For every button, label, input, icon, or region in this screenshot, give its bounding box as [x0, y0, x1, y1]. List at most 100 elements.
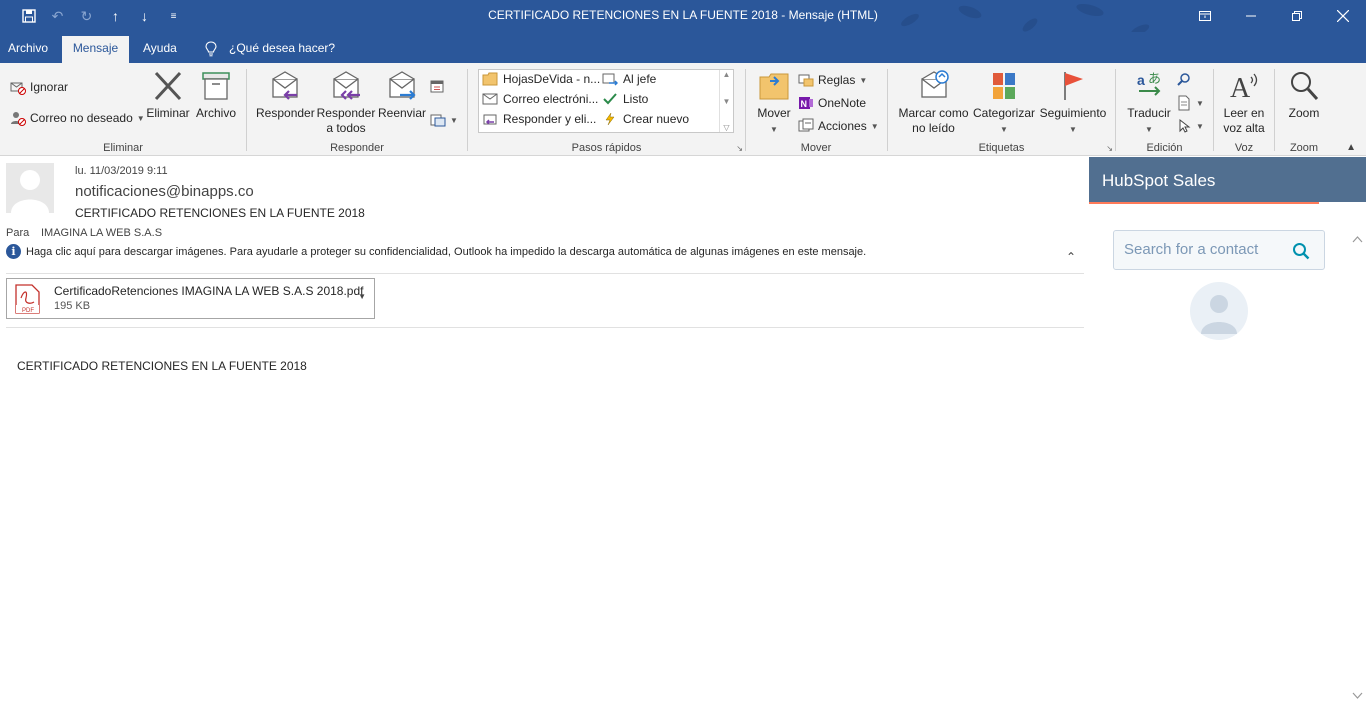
close-icon[interactable] [1320, 0, 1366, 32]
quick-step-crear-nuevo[interactable]: Crear nuevo [602, 112, 689, 126]
quick-step-correo[interactable]: Correo electróni... [482, 92, 598, 106]
expand-gallery-icon[interactable]: ▽ [723, 123, 729, 132]
meeting-reply-button[interactable] [430, 77, 446, 97]
quick-step-label: Correo electróni... [503, 92, 599, 106]
group-label-voz: Voz [1234, 142, 1254, 154]
quick-step-label: HojasDeVida - n... [503, 72, 601, 86]
move-button[interactable]: Mover ▼ [754, 69, 794, 137]
message-recipient[interactable]: IMAGINA LA WEB S.A.S [41, 227, 162, 239]
rules-button[interactable]: Reglas ▼ [798, 70, 867, 90]
translate-label: Traducir [1127, 106, 1171, 120]
restore-icon[interactable] [1274, 0, 1320, 32]
related-doc-icon [1176, 95, 1192, 111]
pdf-type-label: PDF [22, 308, 34, 314]
quick-steps-gallery: HojasDeVida - n... Correo electróni... R… [478, 69, 734, 133]
reply-button[interactable]: Responder [256, 69, 315, 121]
reply-delete-icon [483, 114, 497, 125]
info-icon: i [6, 244, 21, 259]
quick-step-responder-eliminar[interactable]: Responder y eli... [482, 112, 596, 126]
quick-step-label: Responder y eli... [503, 112, 597, 126]
chevron-down-icon: ▼ [770, 125, 778, 134]
quick-steps-scroll[interactable]: ▲ ▼ ▽ [719, 70, 733, 132]
delete-button[interactable]: Eliminar [145, 69, 191, 121]
mark-unread-button[interactable]: Marcar como no leído [896, 69, 971, 136]
quick-step-hojasdevida[interactable]: HojasDeVida - n... [482, 72, 600, 86]
attachment-card[interactable]: PDF CertificadoRetenciones IMAGINA LA WE… [6, 278, 375, 319]
group-label-responder: Responder [330, 142, 384, 154]
find-icon [1176, 72, 1192, 88]
attachment-name: CertificadoRetenciones IMAGINA LA WEB S.… [54, 284, 364, 298]
tell-me-label: ¿Qué desea hacer? [229, 41, 336, 55]
group-voz: A Leer en voz alta Voz [1214, 67, 1274, 155]
minimize-icon[interactable] [1228, 0, 1274, 32]
chevron-down-icon: ▼ [1145, 125, 1153, 134]
attachment-dropdown-icon[interactable]: ▼ [358, 292, 366, 301]
chevron-down-icon: ▼ [870, 121, 879, 131]
message-sender[interactable]: notificaciones@binapps.co [75, 183, 254, 200]
chevron-down-icon: ▼ [450, 115, 458, 125]
select-cursor-icon [1176, 118, 1192, 134]
quick-step-listo[interactable]: Listo [602, 92, 648, 106]
svg-text:a: a [1137, 72, 1145, 88]
hubspot-contact-search[interactable] [1113, 230, 1325, 270]
read-aloud-label-2: voz alta [1223, 121, 1265, 135]
mark-unread-label-1: Marcar como [898, 106, 969, 120]
archive-button[interactable]: Archivo [193, 69, 239, 121]
onenote-button[interactable]: N OneNote [798, 93, 866, 113]
hubspot-scrollbar[interactable] [1349, 218, 1366, 718]
svg-text:A: A [1230, 73, 1251, 103]
lightbulb-icon [205, 40, 217, 56]
calendar-reply-icon [430, 79, 446, 95]
actions-button[interactable]: Acciones ▼ [798, 116, 879, 136]
window-title: CERTIFICADO RETENCIONES EN LA FUENTE 201… [488, 8, 878, 22]
read-aloud-icon: A [1230, 73, 1258, 103]
archive-box-icon [202, 72, 230, 100]
ribbon-display-icon[interactable] [1182, 0, 1228, 32]
dialog-launcher-icon[interactable]: ↘ [736, 144, 743, 153]
tab-archivo[interactable]: Archivo [0, 36, 56, 63]
reply-all-label-2: a todos [326, 121, 366, 135]
group-responder: Responder Responder a todos Reenviar ▼ R… [247, 67, 467, 155]
delete-label: Eliminar [146, 106, 190, 120]
move-label: Mover [757, 106, 791, 120]
folder-icon [482, 72, 498, 86]
more-respond-button[interactable]: ▼ [430, 110, 458, 130]
collapse-ribbon-icon[interactable]: ▲ [1346, 142, 1356, 153]
forward-icon [389, 71, 416, 100]
magnifier-icon [1291, 72, 1319, 101]
tab-mensaje[interactable]: Mensaje [62, 36, 129, 63]
categorize-button[interactable]: Categorizar ▼ [970, 69, 1038, 137]
group-label-etiquetas: Etiquetas [978, 142, 1025, 154]
rules-icon [798, 72, 814, 88]
message-body: CERTIFICADO RETENCIONES EN LA FUENTE 201… [17, 359, 307, 373]
zoom-button[interactable]: Zoom [1283, 69, 1325, 121]
related-button[interactable]: ▼ [1176, 93, 1204, 113]
quick-step-al-jefe[interactable]: Al jefe [602, 72, 656, 86]
forward-button[interactable]: Reenviar [376, 69, 428, 121]
actions-label: Acciones [818, 119, 867, 133]
reply-all-button[interactable]: Responder a todos [315, 69, 377, 136]
group-eliminar: Ignorar Correo no deseado ▼ Eliminar Arc… [0, 67, 246, 155]
title-bar: ↶ ↻ ↑ ↓ ≡ CERTIFICADO RETENCIONES EN LA … [0, 0, 1366, 55]
chevron-up-icon[interactable]: ▲ [723, 70, 731, 79]
ignore-button[interactable]: Ignorar [10, 77, 68, 97]
tab-ayuda[interactable]: Ayuda [135, 36, 185, 63]
translate-button[interactable]: aあ Traducir ▼ [1124, 69, 1174, 137]
find-button[interactable] [1176, 70, 1192, 90]
rules-label: Reglas [818, 73, 856, 87]
contact-search-input[interactable] [1124, 241, 1284, 258]
select-button[interactable]: ▼ [1176, 116, 1204, 136]
ignore-label: Ignorar [30, 80, 69, 94]
tell-me-search[interactable]: ¿Qué desea hacer? [205, 36, 335, 61]
dialog-launcher-icon[interactable]: ↘ [1106, 144, 1113, 153]
follow-up-button[interactable]: Seguimiento ▼ [1038, 69, 1108, 137]
chevron-down-icon[interactable]: ▼ [723, 97, 731, 106]
read-aloud-button[interactable]: A Leer en voz alta [1220, 69, 1268, 136]
junk-mail-button[interactable]: Correo no deseado ▼ [10, 108, 145, 128]
window-controls [1182, 0, 1366, 32]
search-icon[interactable] [1292, 242, 1310, 260]
collapse-header-icon[interactable]: ⌃ [1066, 250, 1076, 264]
message-date: lu. 11/03/2019 9:11 [75, 165, 168, 177]
group-mover: Mover ▼ Reglas ▼ N OneNote Acciones ▼ Mo… [746, 67, 886, 155]
download-images-infobar[interactable]: i Haga clic aquí para descargar imágenes… [6, 244, 866, 259]
